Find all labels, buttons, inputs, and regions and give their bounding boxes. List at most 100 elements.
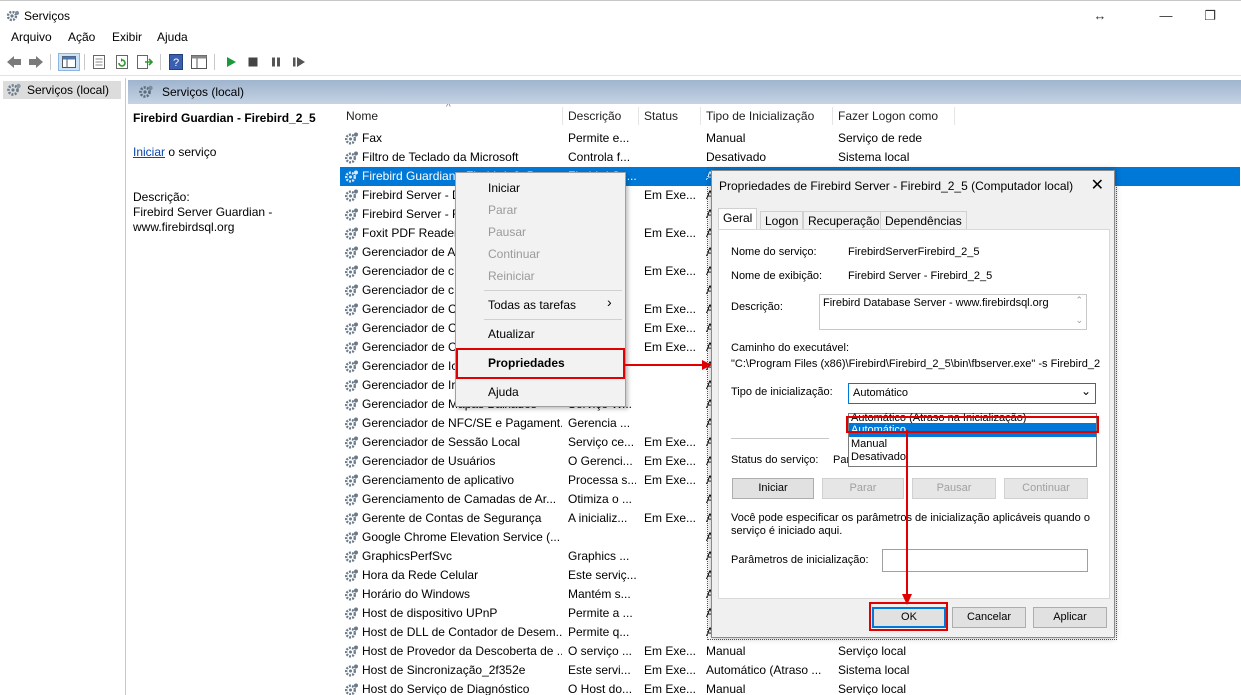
toolbar: ? <box>0 48 1241 76</box>
service-gear-icon <box>344 341 358 354</box>
column-header-descricao[interactable]: Descrição <box>568 109 621 123</box>
scroll-down-icon[interactable]: ⌄ <box>1075 315 1083 326</box>
service-status: Em Exe... <box>644 226 697 240</box>
help-icon[interactable]: ? <box>167 53 185 71</box>
continue-button[interactable]: Continuar <box>1004 478 1088 499</box>
menu-item-parar[interactable]: Parar <box>488 203 517 217</box>
service-description: O serviço ... <box>568 644 633 658</box>
table-row[interactable]: Fax Permite e... Manual Serviço de rede <box>340 129 1240 148</box>
show-tree-icon[interactable] <box>58 53 80 71</box>
service-gear-icon <box>344 664 358 677</box>
forward-icon[interactable] <box>27 53 45 71</box>
service-name-value: FirebirdServerFirebird_2_5 <box>848 246 980 258</box>
stop-service-icon[interactable] <box>244 53 262 71</box>
column-header-status[interactable]: Status <box>644 109 678 123</box>
service-startup-type: Desativado <box>706 150 767 164</box>
column-divider <box>954 107 955 125</box>
column-header-logon[interactable]: Fazer Logon como <box>838 109 938 123</box>
menu-ajuda[interactable]: Ajuda <box>157 30 188 44</box>
pause-button[interactable]: Pausar <box>912 478 996 499</box>
start-service-link[interactable]: Iniciar <box>133 145 165 159</box>
chevron-down-icon[interactable]: ⌄ <box>1081 384 1091 398</box>
service-name: Gerenciamento de Camadas de Ar... <box>362 492 557 506</box>
console-view-icon[interactable] <box>190 53 208 71</box>
service-description: Gerencia ... <box>568 416 631 430</box>
service-name: Host de DLL de Contador de Desem... <box>362 625 562 639</box>
column-divider <box>700 107 701 125</box>
tab-dependencias[interactable]: Dependências <box>880 211 967 229</box>
pause-service-icon[interactable] <box>267 53 285 71</box>
column-header-tipo[interactable]: Tipo de Inicialização <box>706 109 814 123</box>
stop-button[interactable]: Parar <box>822 478 904 499</box>
service-status: Em Exe... <box>644 435 697 449</box>
description-textbox[interactable]: Firebird Database Server - www.firebirds… <box>819 294 1087 330</box>
service-description: Permite q... <box>568 625 630 639</box>
resize-indicator-icon: ↔ <box>1093 8 1107 23</box>
menu-item-ajuda[interactable]: Ajuda <box>488 385 519 399</box>
service-gear-icon <box>344 132 358 145</box>
service-status: Em Exe... <box>644 321 697 335</box>
console-tree: Serviços (local) <box>0 78 126 695</box>
services-gear-icon <box>7 83 21 96</box>
apply-button[interactable]: Aplicar <box>1033 607 1107 628</box>
menu-item-reiniciar[interactable]: Reiniciar <box>488 269 535 283</box>
menu-item-atualizar[interactable]: Atualizar <box>488 327 535 341</box>
scroll-up-icon[interactable]: ⌃ <box>1075 295 1083 306</box>
service-gear-icon <box>344 626 358 639</box>
back-icon[interactable] <box>5 53 23 71</box>
tab-recuperacao[interactable]: Recuperação <box>803 211 885 229</box>
menu-acao[interactable]: Ação <box>68 30 95 44</box>
service-gear-icon <box>344 531 358 544</box>
menu-separator <box>484 319 622 320</box>
service-logon: Serviço de rede <box>838 131 923 145</box>
tab-logon[interactable]: Logon <box>760 211 804 229</box>
menu-item-iniciar[interactable]: Iniciar <box>488 181 520 195</box>
restart-service-icon[interactable] <box>290 53 308 71</box>
table-row[interactable]: Host de Sincronização_2f352e Este servi..… <box>340 661 1240 680</box>
service-name: Filtro de Teclado da Microsoft <box>362 150 519 164</box>
tree-item-services-local[interactable]: Serviços (local) <box>3 81 121 99</box>
service-description: A inicializ... <box>568 511 628 525</box>
tab-geral[interactable]: Geral <box>718 208 758 230</box>
export-list-icon[interactable] <box>136 53 154 71</box>
service-description: Este serviç... <box>568 568 636 582</box>
service-gear-icon <box>344 189 358 202</box>
annotation-arrow-right-icon <box>624 360 712 370</box>
service-gear-icon <box>344 322 358 335</box>
refresh-icon[interactable] <box>113 53 131 71</box>
maximize-button[interactable]: ❐ <box>1190 5 1230 27</box>
service-name: Host de Sincronização_2f352e <box>362 663 526 677</box>
service-gear-icon <box>344 303 358 316</box>
toolbar-divider <box>50 54 51 70</box>
properties-sheet-icon[interactable] <box>90 53 108 71</box>
tree-item-label: Serviços (local) <box>27 83 110 97</box>
start-button[interactable]: Iniciar <box>732 478 814 499</box>
option-manual[interactable]: Manual <box>851 438 887 450</box>
menu-item-pausar[interactable]: Pausar <box>488 225 526 239</box>
menu-arquivo[interactable]: Arquivo <box>11 30 52 44</box>
table-row[interactable]: Filtro de Teclado da Microsoft Controla f… <box>340 148 1240 167</box>
description-line-2: www.firebirdsql.org <box>133 220 235 234</box>
service-description: Mantém s... <box>568 587 631 601</box>
column-header-nome[interactable]: Nome <box>346 109 378 123</box>
service-description: Este servi... <box>568 663 631 677</box>
column-divider <box>832 107 833 125</box>
start-service-icon[interactable] <box>222 53 240 71</box>
toolbar-divider <box>84 54 85 70</box>
service-gear-icon <box>344 588 358 601</box>
menu-item-continuar[interactable]: Continuar <box>488 247 540 261</box>
minimize-button[interactable]: — <box>1146 5 1186 27</box>
service-description: O Gerenci... <box>568 454 633 468</box>
cancel-button[interactable]: Cancelar <box>952 607 1026 628</box>
service-gear-icon <box>344 246 358 259</box>
highlight-propriedades <box>456 348 625 379</box>
table-row[interactable]: Host de Provedor da Descoberta de ... O s… <box>340 642 1240 661</box>
service-description: Processa s... <box>568 473 636 487</box>
table-row[interactable]: Host do Serviço de Diagnóstico O Host do.… <box>340 680 1240 695</box>
menu-exibir[interactable]: Exibir <box>112 30 142 44</box>
selected-service-name: Firebird Guardian - Firebird_2_5 <box>133 111 316 125</box>
startup-type-select[interactable]: Automático ⌄ <box>848 383 1096 404</box>
highlight-automatico <box>846 416 1099 433</box>
close-icon[interactable]: ✕ <box>1091 175 1104 195</box>
menu-item-todas-tarefas[interactable]: Todas as tarefas <box>488 298 576 312</box>
